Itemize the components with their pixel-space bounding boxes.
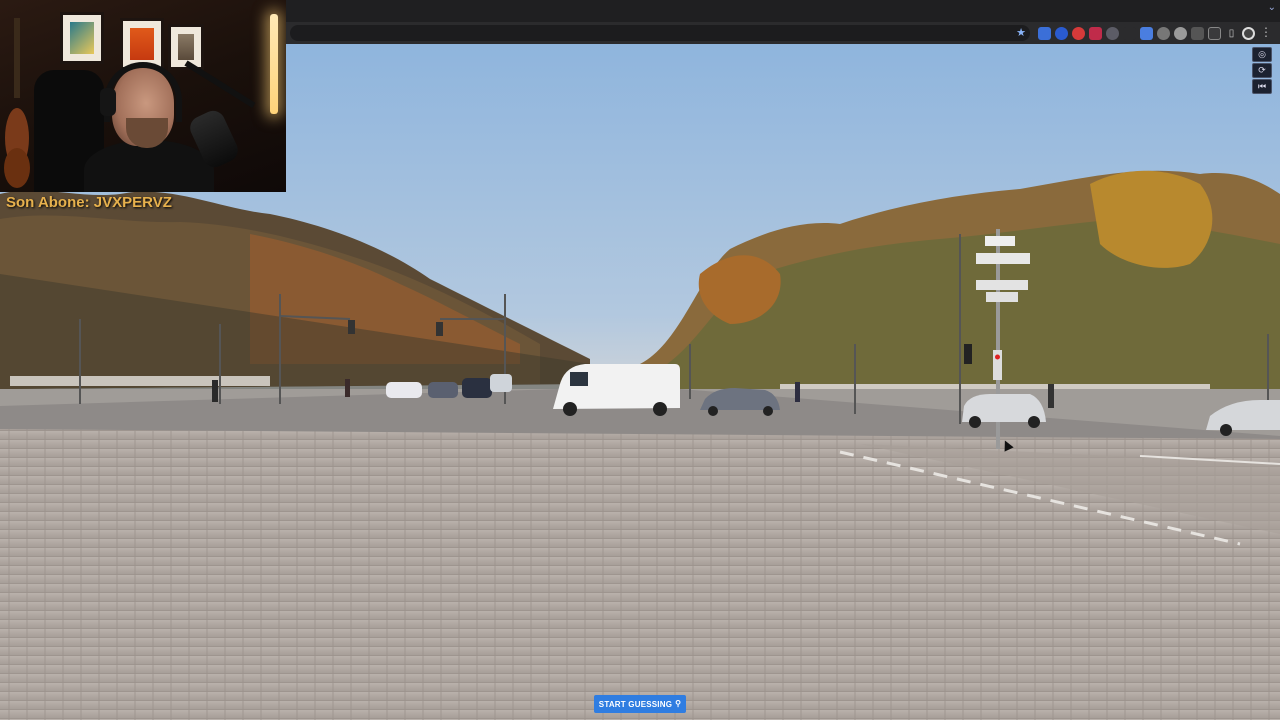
- puzzle-icon[interactable]: [1208, 26, 1221, 40]
- extension-icon[interactable]: [1106, 26, 1119, 40]
- extension-icon[interactable]: [1038, 26, 1051, 40]
- extension-icon[interactable]: [1089, 26, 1102, 40]
- extension-icon[interactable]: [1157, 26, 1170, 40]
- map-pin-icon: ⚲: [675, 699, 682, 708]
- tab-search-chevron-icon[interactable]: ⌄: [1268, 3, 1276, 13]
- extension-icon[interactable]: [1055, 26, 1068, 40]
- extensions-row: ▯: [1038, 26, 1255, 40]
- profile-avatar-icon[interactable]: [1242, 26, 1255, 40]
- extension-icon[interactable]: [1174, 26, 1187, 40]
- guitar-icon: [4, 18, 30, 188]
- screen: ⌄ ★ ▯ ⋮ ◎ ⟳ ⏮ Son Abone: JVXPERVZ START …: [0, 0, 1280, 720]
- streamer-webcam: [0, 0, 286, 192]
- extension-icon[interactable]: [1140, 26, 1153, 40]
- address-bar[interactable]: ★: [290, 25, 1030, 41]
- return-to-start-icon[interactable]: ⏮: [1252, 79, 1272, 94]
- extension-icon[interactable]: [1191, 26, 1204, 40]
- wall-light: [270, 14, 278, 114]
- latest-subscriber-label: Son Abone: JVXPERVZ: [6, 194, 172, 211]
- refresh-icon[interactable]: ⟳: [1252, 63, 1272, 78]
- split-view-icon[interactable]: ▯: [1225, 27, 1238, 40]
- start-guessing-label: START GUESSING: [598, 699, 673, 709]
- kebab-menu-icon[interactable]: ⋮: [1260, 25, 1272, 39]
- extension-icon[interactable]: [1072, 26, 1085, 40]
- headphone-earcup: [100, 88, 116, 116]
- start-guessing-button[interactable]: START GUESSING ⚲: [594, 695, 686, 713]
- wall-picture: [60, 12, 104, 64]
- bookmark-star-icon[interactable]: ★: [1016, 25, 1026, 41]
- mic-arm: [184, 60, 256, 108]
- compass-icon[interactable]: ◎: [1252, 47, 1272, 62]
- extension-icon[interactable]: [1123, 26, 1136, 40]
